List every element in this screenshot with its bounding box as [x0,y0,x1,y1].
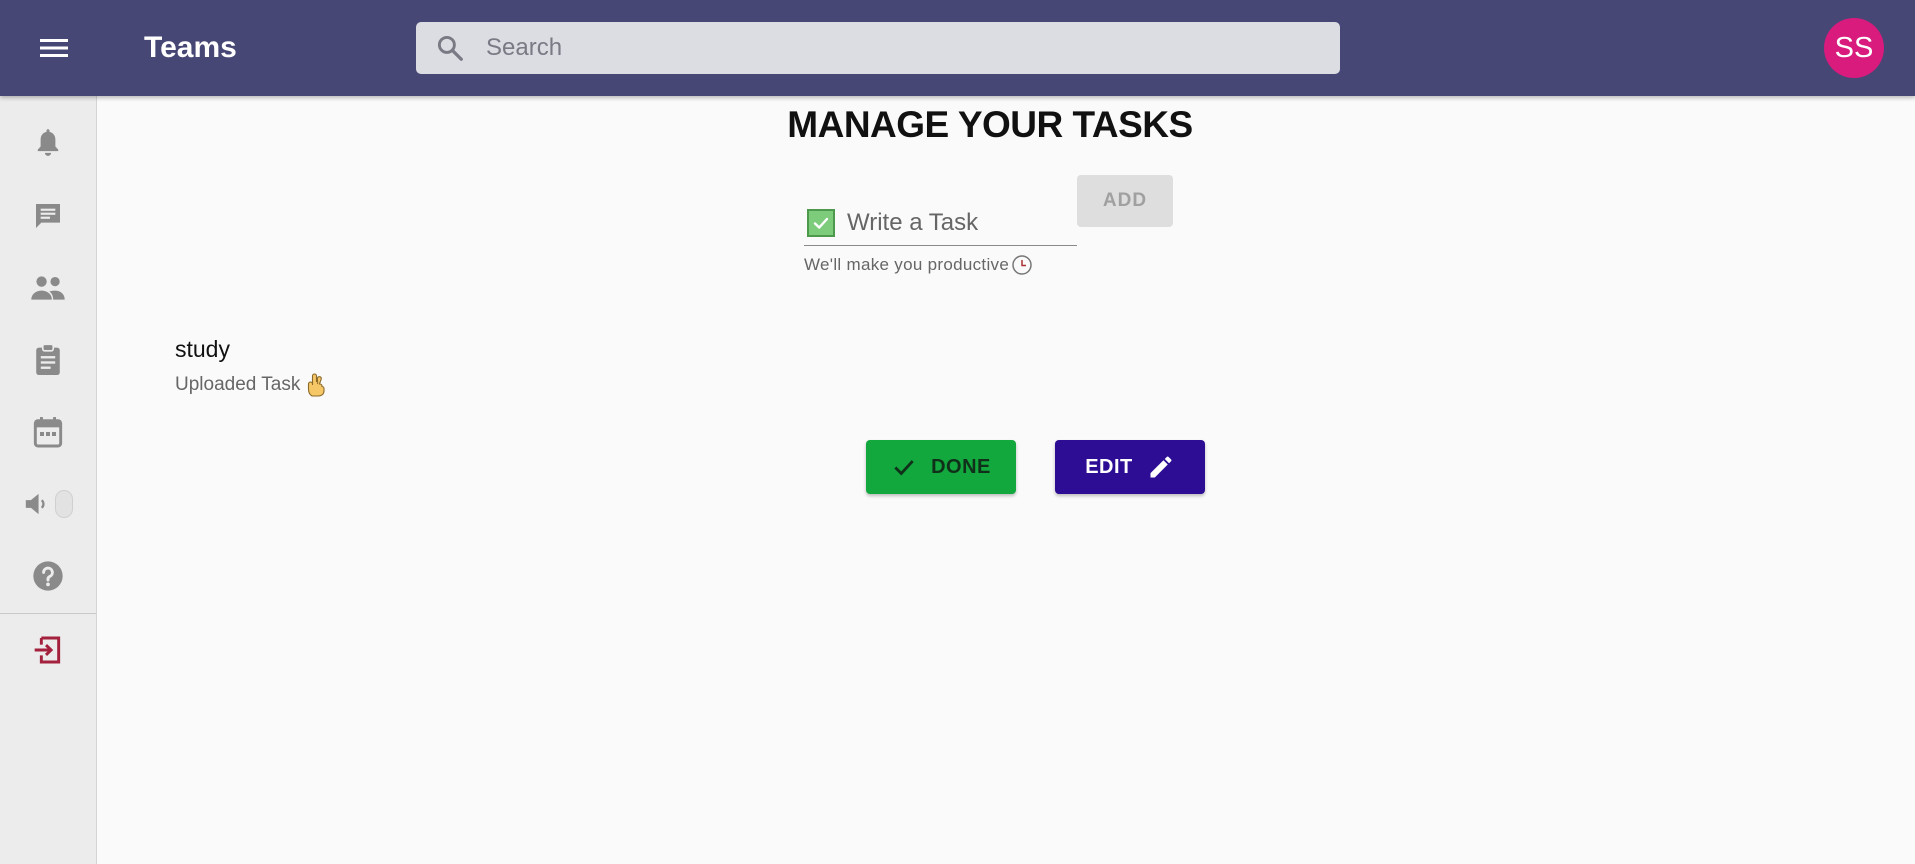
sidebar-item-calendar[interactable] [0,402,96,462]
task-status-label: Uploaded Task [175,374,301,395]
pencil-icon [1150,456,1172,478]
sidebar-divider [0,613,96,614]
add-button[interactable]: ADD [1077,175,1173,227]
page-title: MANAGE YOUR TASKS [787,104,1193,145]
menu-button[interactable] [30,26,78,70]
app-bar: Teams SS [0,0,1915,96]
sidebar-item-assignments[interactable] [0,330,96,390]
sidebar-item-chat[interactable] [0,186,96,246]
chat-icon [36,204,60,228]
hamburger-icon [40,39,68,57]
app-title: Teams [144,31,237,64]
volume-icon [25,493,45,515]
edit-button[interactable]: EDIT [1055,440,1205,494]
check-icon [894,460,914,476]
helper-label: We'll make you productive [804,255,1010,274]
sidebar-item-notifications[interactable] [0,114,96,174]
crossed-fingers-icon [308,373,325,397]
task-input-field[interactable] [804,200,1077,246]
sidebar-item-volume[interactable] [0,474,96,534]
sidebar-item-help[interactable] [0,546,96,606]
avatar[interactable]: SS [1824,18,1884,78]
clipboard-icon [36,343,60,376]
task-status: Uploaded Task [175,372,328,398]
search-input[interactable] [484,22,1324,74]
done-button[interactable]: DONE [866,440,1016,494]
volume-toggle[interactable] [55,490,73,518]
bell-icon [37,129,59,156]
help-icon [33,561,63,591]
done-label: DONE [931,455,991,478]
people-icon [31,276,65,300]
search-icon [416,22,484,74]
task-input[interactable] [845,207,1065,238]
helper-text: We'll make you productive [804,254,1033,276]
sidebar-item-logout[interactable] [0,620,96,680]
edit-label: EDIT [1085,455,1133,478]
logout-icon [34,636,61,664]
sidebar [0,96,97,864]
checkbox-icon [807,208,835,237]
task-name: study [175,336,230,362]
sidebar-item-teams[interactable] [0,258,96,318]
search-bar[interactable] [416,22,1340,74]
clock-icon [1012,255,1032,275]
calendar-icon [33,417,63,448]
